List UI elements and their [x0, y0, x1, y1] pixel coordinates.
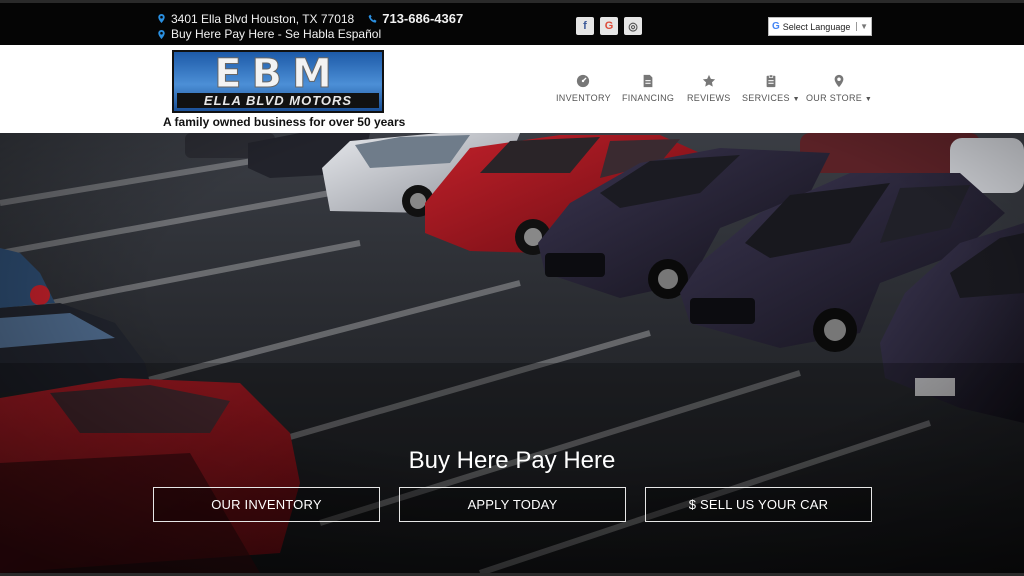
social-links: f G ◎	[576, 17, 642, 35]
dashboard-icon	[577, 74, 590, 88]
instagram-icon[interactable]: ◎	[624, 17, 642, 35]
phone-link[interactable]: 713-686-4367	[368, 11, 463, 26]
chevron-down-icon: ▼	[856, 22, 868, 31]
nav-label-wrap: OUR STORE ▼	[806, 93, 872, 103]
nav-label: FINANCING	[622, 93, 675, 103]
tagline-line: Buy Here Pay Here - Se Habla Español	[158, 27, 381, 41]
ebm-logo[interactable]: EBM ELLA BLVD MOTORS	[172, 50, 384, 113]
nav-services[interactable]: SERVICES ▼	[742, 74, 800, 103]
map-pin-icon	[158, 29, 165, 39]
nav-inventory[interactable]: INVENTORY	[556, 74, 611, 103]
phone-icon	[368, 14, 377, 23]
nav-financing[interactable]: FINANCING	[622, 74, 674, 103]
nav-label-wrap: SERVICES ▼	[742, 93, 800, 103]
language-select-label: Select Language	[782, 21, 851, 32]
address-text: 3401 Ella Blvd Houston, TX 77018	[171, 11, 355, 26]
phone-number: 713-686-4367	[382, 11, 464, 26]
language-select[interactable]: G Select Language ▼	[768, 17, 872, 36]
buy-here-tagline: Buy Here Pay Here - Se Habla Español	[171, 27, 382, 41]
clipboard-icon	[766, 74, 776, 88]
site-header: EBM ELLA BLVD MOTORS A family owned busi…	[0, 45, 1024, 133]
apply-today-button[interactable]: APPLY TODAY	[399, 487, 626, 522]
map-pin-icon	[834, 74, 844, 88]
our-inventory-button[interactable]: OUR INVENTORY	[153, 487, 380, 522]
hero-banner: Buy Here Pay Here OUR INVENTORY APPLY TO…	[0, 133, 1024, 573]
nav-reviews[interactable]: REVIEWS	[687, 74, 731, 103]
logo-letters: EBM	[214, 51, 342, 97]
facebook-icon[interactable]: f	[576, 17, 594, 35]
caret-down-icon: ▼	[792, 96, 800, 103]
caret-down-icon: ▼	[864, 96, 873, 103]
logo-subtitle: ELLA BLVD MOTORS	[177, 93, 379, 108]
nav-label: REVIEWS	[687, 93, 731, 103]
nav-label: SERVICES	[742, 93, 790, 103]
contact-line: 3401 Ella Blvd Houston, TX 77018 713-686…	[158, 11, 463, 26]
nav-label: INVENTORY	[556, 93, 611, 103]
star-icon	[702, 74, 715, 87]
top-bar: 3401 Ella Blvd Houston, TX 77018 713-686…	[0, 0, 1024, 45]
family-tagline: A family owned business for over 50 year…	[163, 115, 406, 129]
document-icon	[643, 74, 653, 88]
google-translate-icon: G	[772, 21, 780, 32]
page: 3401 Ella Blvd Houston, TX 77018 713-686…	[0, 0, 1024, 576]
nav-label: OUR STORE	[806, 93, 863, 103]
hero-title: Buy Here Pay Here	[408, 447, 616, 474]
nav-our-store[interactable]: OUR STORE ▼	[806, 74, 872, 103]
sell-us-your-car-button[interactable]: $ SELL US YOUR CAR	[645, 487, 872, 522]
google-icon[interactable]: G	[600, 17, 618, 35]
map-pin-icon	[158, 14, 165, 23]
